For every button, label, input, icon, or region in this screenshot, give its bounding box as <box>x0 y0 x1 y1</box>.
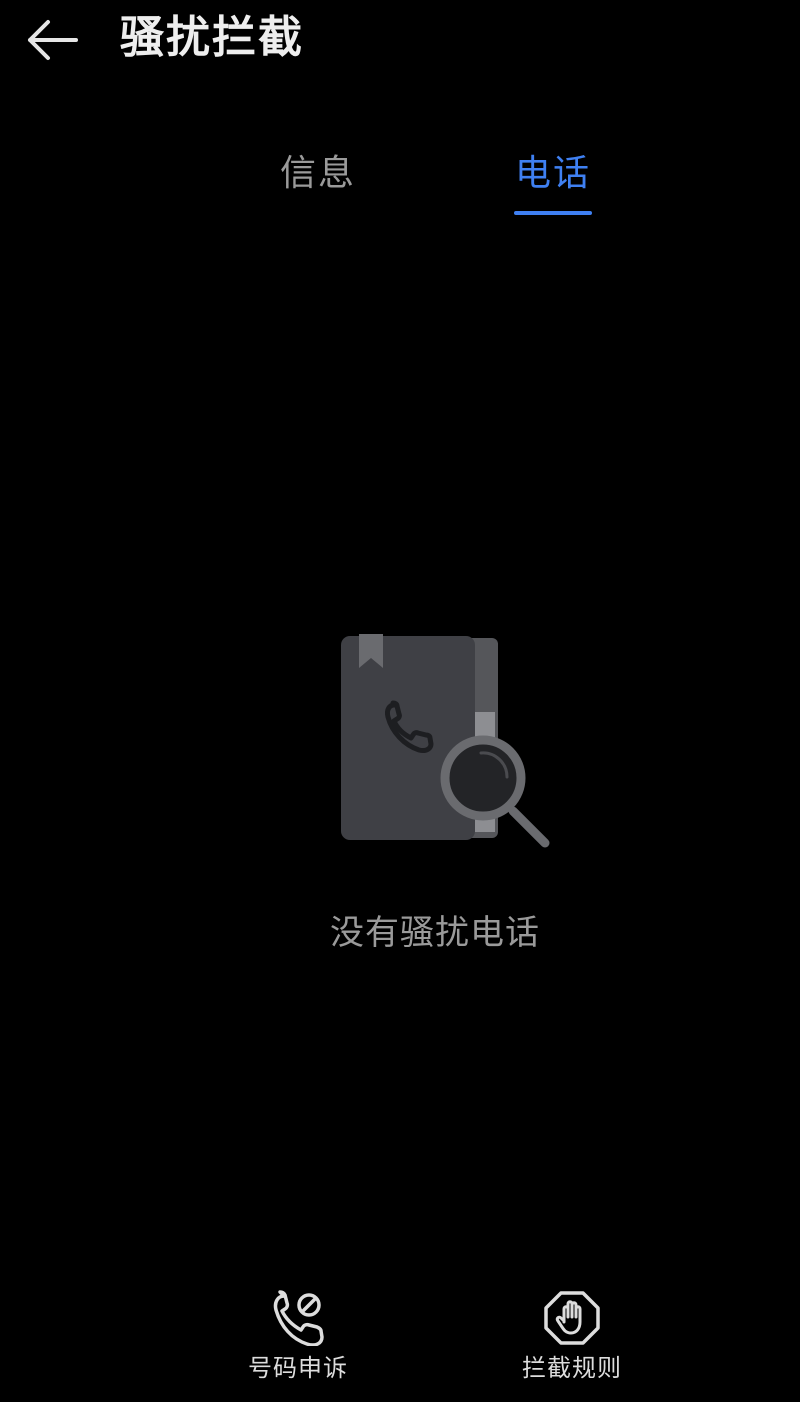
tab-messages[interactable]: 信息 <box>276 145 360 215</box>
page-title: 骚扰拦截 <box>120 12 304 63</box>
tab-calls[interactable]: 电话 <box>513 145 593 215</box>
arrow-left-icon <box>28 20 78 60</box>
phonebook-search-icon <box>341 634 550 848</box>
tab-active-indicator <box>514 211 592 215</box>
block-rules-label: 拦截规则 <box>522 1354 622 1382</box>
back-button[interactable] <box>22 12 82 68</box>
tab-calls-label: 电话 <box>514 153 591 194</box>
number-appeal-label: 号码申诉 <box>248 1354 348 1382</box>
tab-bar: 信息 电话 <box>0 145 800 225</box>
phone-blocked-icon <box>268 1288 328 1348</box>
top-app-bar: 骚扰拦截 <box>0 0 800 80</box>
number-appeal-button[interactable]: 号码申诉 <box>218 1288 378 1388</box>
hand-stop-hexagon-icon <box>542 1288 602 1348</box>
magnifier-handle <box>508 806 550 848</box>
empty-state-text: 没有骚扰电话 <box>330 913 540 953</box>
magnifier-lens <box>440 735 526 821</box>
tab-messages-label: 信息 <box>279 153 356 194</box>
block-rules-button[interactable]: 拦截规则 <box>492 1288 652 1388</box>
